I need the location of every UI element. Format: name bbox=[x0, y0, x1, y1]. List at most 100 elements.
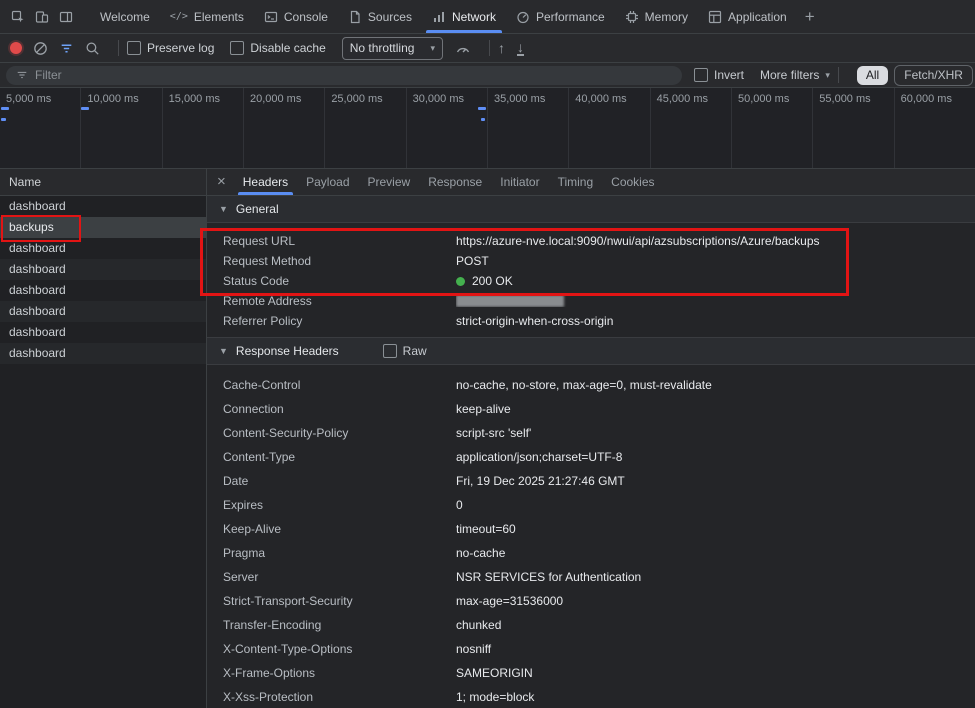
tab-label: Performance bbox=[536, 10, 605, 24]
header-name: Pragma bbox=[223, 546, 456, 560]
import-har-icon[interactable]: ↑ bbox=[498, 41, 505, 55]
header-value: 0 bbox=[456, 498, 463, 512]
header-row: X-Frame-OptionsSAMEORIGIN bbox=[207, 661, 975, 685]
header-value: no-cache bbox=[456, 546, 505, 560]
request-row[interactable]: dashboard bbox=[0, 343, 206, 364]
tab-label: Preview bbox=[368, 175, 411, 189]
details-tabs: HeadersPayload Preview ResponseInitiatorTi… bbox=[234, 169, 664, 195]
raw-checkbox[interactable]: Raw bbox=[383, 344, 427, 358]
filter-input[interactable] bbox=[35, 68, 672, 82]
details-tab-cookies[interactable]: Cookies bbox=[602, 169, 663, 195]
tab-sources[interactable]: Sources bbox=[338, 0, 422, 33]
timeline-tick-label: 60,000 ms bbox=[901, 93, 952, 105]
devtools-tab-bar: Welcome </>ElementsConsoleSourcesNetwork P… bbox=[0, 0, 975, 34]
header-value: SAMEORIGIN bbox=[456, 666, 533, 680]
checkbox-icon[interactable] bbox=[694, 68, 708, 82]
header-name: X-Content-Type-Options bbox=[223, 642, 456, 656]
request-details-panel: × HeadersPayload Preview ResponseInitiator… bbox=[207, 169, 975, 708]
request-row[interactable]: dashboard bbox=[0, 238, 206, 259]
timeline-activity-mark bbox=[81, 107, 89, 110]
invert-label: Invert bbox=[714, 68, 744, 82]
request-row[interactable]: backups bbox=[0, 217, 206, 238]
header-row: Connectionkeep-alive bbox=[207, 397, 975, 421]
general-section-header[interactable]: ▼ General bbox=[207, 196, 975, 223]
header-name: Remote Address bbox=[223, 294, 456, 308]
checkbox-icon[interactable] bbox=[127, 41, 141, 55]
export-har-icon[interactable]: ↓ bbox=[517, 40, 524, 56]
tab-performance[interactable]: Performance bbox=[506, 0, 615, 33]
request-row[interactable]: dashboard bbox=[0, 259, 206, 280]
preserve-log-checkbox[interactable]: Preserve log bbox=[127, 41, 214, 55]
tab-memory[interactable]: Memory bbox=[615, 0, 698, 33]
throttling-select[interactable]: No throttling ▾ bbox=[342, 37, 443, 60]
timeline-column: 55,000 ms bbox=[813, 88, 894, 168]
header-name: Referrer Policy bbox=[223, 314, 456, 328]
redacted-value bbox=[456, 295, 564, 307]
filter-chip-all[interactable]: All bbox=[857, 66, 888, 85]
checkbox-icon[interactable] bbox=[230, 41, 244, 55]
checkbox-icon[interactable] bbox=[383, 344, 397, 358]
header-row: Transfer-Encodingchunked bbox=[207, 613, 975, 637]
triangle-expanded-icon[interactable]: ▼ bbox=[219, 204, 228, 214]
header-value: application/json;charset=UTF-8 bbox=[456, 450, 622, 464]
network-overview-timeline[interactable]: 5,000 ms10,000 ms15,000 ms20,000 ms25,00… bbox=[0, 88, 975, 169]
header-value: no-cache, no-store, max-age=0, must-reva… bbox=[456, 378, 712, 392]
header-name: Strict-Transport-Security bbox=[223, 594, 456, 608]
status-ok-dot-icon bbox=[456, 277, 465, 286]
tab-welcome[interactable]: Welcome bbox=[90, 0, 160, 33]
name-column-header[interactable]: Name bbox=[0, 169, 206, 196]
request-row[interactable]: dashboard bbox=[0, 322, 206, 343]
header-value: POST bbox=[456, 254, 489, 268]
header-name: Connection bbox=[223, 402, 456, 416]
header-value: chunked bbox=[456, 618, 501, 632]
details-tab-payload[interactable]: Payload bbox=[297, 169, 358, 195]
filter-input-wrap[interactable] bbox=[6, 66, 682, 85]
inspect-element-icon[interactable] bbox=[6, 5, 30, 29]
details-tab-timing[interactable]: Timing bbox=[549, 169, 603, 195]
tab-network[interactable]: Network bbox=[422, 0, 506, 33]
tab-application[interactable]: Application bbox=[698, 0, 797, 33]
header-row: DateFri, 19 Dec 2025 21:27:46 GMT bbox=[207, 469, 975, 493]
details-tab-headers[interactable]: Headers bbox=[234, 169, 297, 195]
network-conditions-icon[interactable] bbox=[455, 40, 471, 56]
request-row[interactable]: dashboard bbox=[0, 280, 206, 301]
request-rows: dashboardbackupsdashboarddashboarddashbo… bbox=[0, 196, 206, 364]
details-tab-response[interactable]: Response bbox=[419, 169, 491, 195]
header-row: Expires0 bbox=[207, 493, 975, 517]
header-value: Fri, 19 Dec 2025 21:27:46 GMT bbox=[456, 474, 625, 488]
details-tab-preview[interactable]: Preview bbox=[359, 169, 420, 195]
header-name: X-Xss-Protection bbox=[223, 690, 456, 704]
timeline-column: 40,000 ms bbox=[569, 88, 650, 168]
request-row[interactable]: dashboard bbox=[0, 196, 206, 217]
header-value: https://azure-nve.local:9090/nwui/api/az… bbox=[456, 234, 820, 248]
tab-label: Welcome bbox=[100, 10, 150, 24]
device-toolbar-icon[interactable] bbox=[30, 5, 54, 29]
close-icon[interactable]: × bbox=[217, 169, 226, 195]
header-row: ServerNSR SERVICES for Authentication bbox=[207, 565, 975, 589]
timeline-column: 20,000 ms bbox=[244, 88, 325, 168]
header-name: Date bbox=[223, 474, 456, 488]
invert-checkbox[interactable]: Invert bbox=[694, 68, 744, 82]
filter-chip-fetch-xhr[interactable]: Fetch/XHR bbox=[894, 65, 973, 86]
more-tabs-button[interactable]: + bbox=[805, 0, 815, 33]
record-icon[interactable] bbox=[10, 42, 22, 54]
details-tab-initiator[interactable]: Initiator bbox=[491, 169, 548, 195]
request-row[interactable]: dashboard bbox=[0, 301, 206, 322]
response-headers-section-header[interactable]: ▼ Response Headers Raw bbox=[207, 337, 975, 365]
network-filter-bar: Invert More filters ▾ AllFetch/XHRDoc bbox=[0, 63, 975, 88]
clear-icon[interactable] bbox=[32, 40, 48, 56]
timeline-tick-label: 15,000 ms bbox=[169, 93, 220, 105]
more-filters-button[interactable]: More filters ▾ bbox=[760, 68, 830, 82]
tab-console[interactable]: Console bbox=[254, 0, 338, 33]
console-icon bbox=[264, 10, 278, 24]
header-name: Keep-Alive bbox=[223, 522, 456, 536]
disable-cache-checkbox[interactable]: Disable cache bbox=[230, 41, 325, 55]
filter-icon[interactable] bbox=[58, 40, 74, 56]
tab-elements[interactable]: </>Elements bbox=[160, 0, 254, 33]
request-list-panel: Name dashboardbackupsdashboarddashboardd… bbox=[0, 169, 207, 708]
triangle-expanded-icon[interactable]: ▼ bbox=[219, 346, 228, 356]
timeline-tick-label: 25,000 ms bbox=[331, 93, 382, 105]
timeline-tick-label: 10,000 ms bbox=[87, 93, 138, 105]
dock-side-icon[interactable] bbox=[54, 5, 78, 29]
search-icon[interactable] bbox=[84, 40, 100, 56]
